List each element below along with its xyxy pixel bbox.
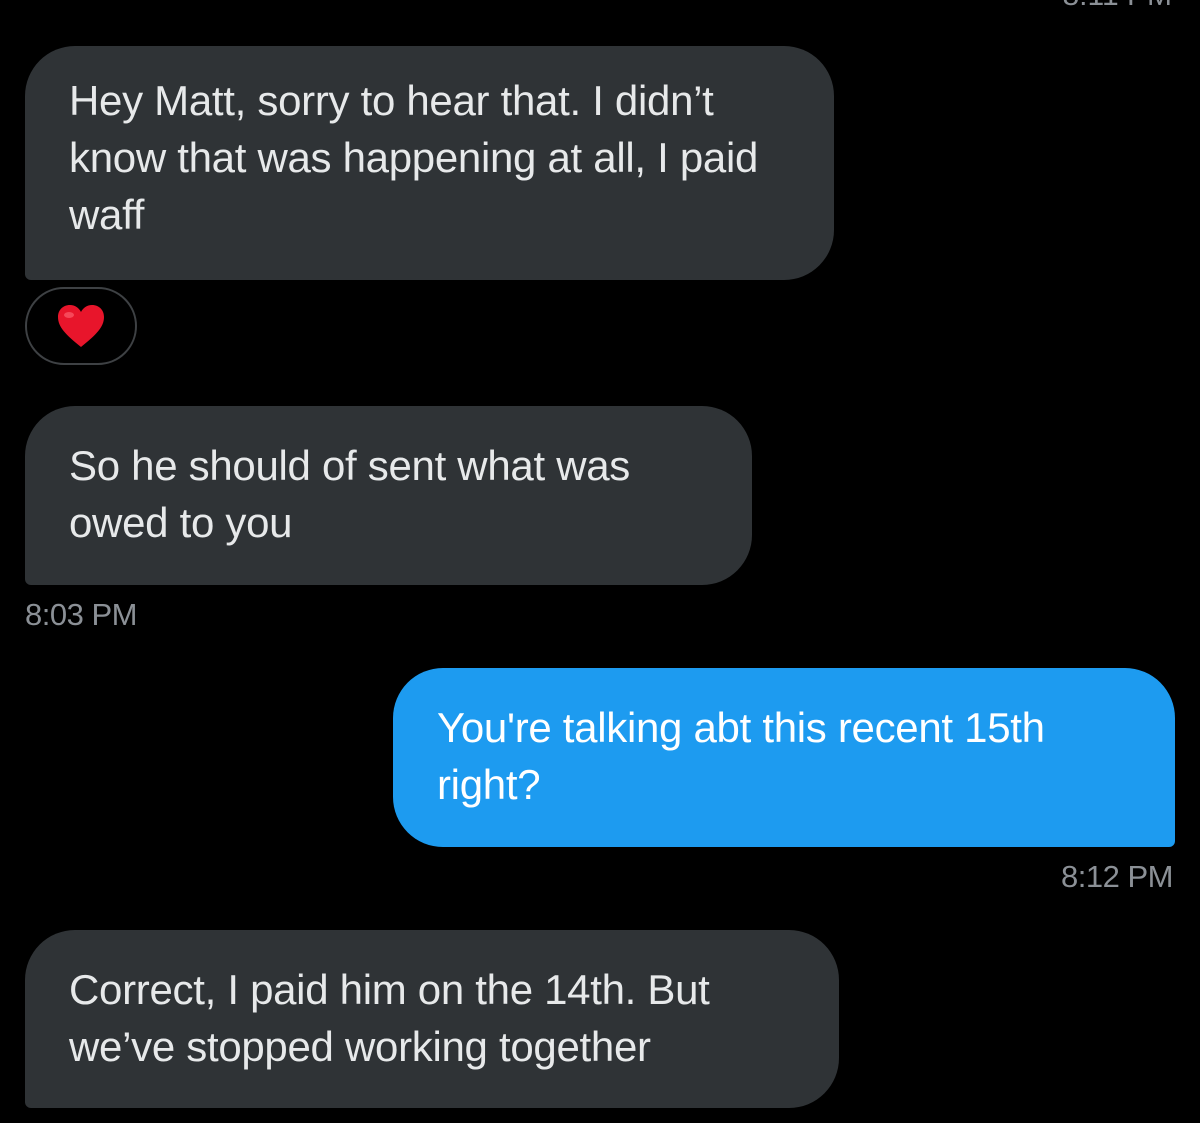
heart-reaction[interactable]	[25, 287, 137, 365]
message-text: So he should of sent what was owed to yo…	[69, 442, 630, 546]
message-text: You're talking abt this recent 15th righ…	[437, 704, 1045, 808]
incoming-message-bubble[interactable]: Hey Matt, sorry to hear that. I didn’t k…	[25, 46, 834, 280]
incoming-message-bubble[interactable]: Correct, I paid him on the 14th. But we’…	[25, 930, 839, 1108]
message-timestamp: 8:12 PM	[1061, 859, 1173, 894]
message-timestamp-top: 8:11 PM	[1063, 0, 1173, 14]
message-text: Correct, I paid him on the 14th. But we’…	[69, 966, 710, 1070]
message-text: Hey Matt, sorry to hear that. I didn’t k…	[69, 77, 759, 238]
incoming-message-bubble[interactable]: So he should of sent what was owed to yo…	[25, 406, 752, 585]
outgoing-message-bubble[interactable]: You're talking abt this recent 15th righ…	[393, 668, 1175, 847]
message-timestamp: 8:03 PM	[25, 597, 137, 632]
heart-icon	[58, 305, 104, 347]
